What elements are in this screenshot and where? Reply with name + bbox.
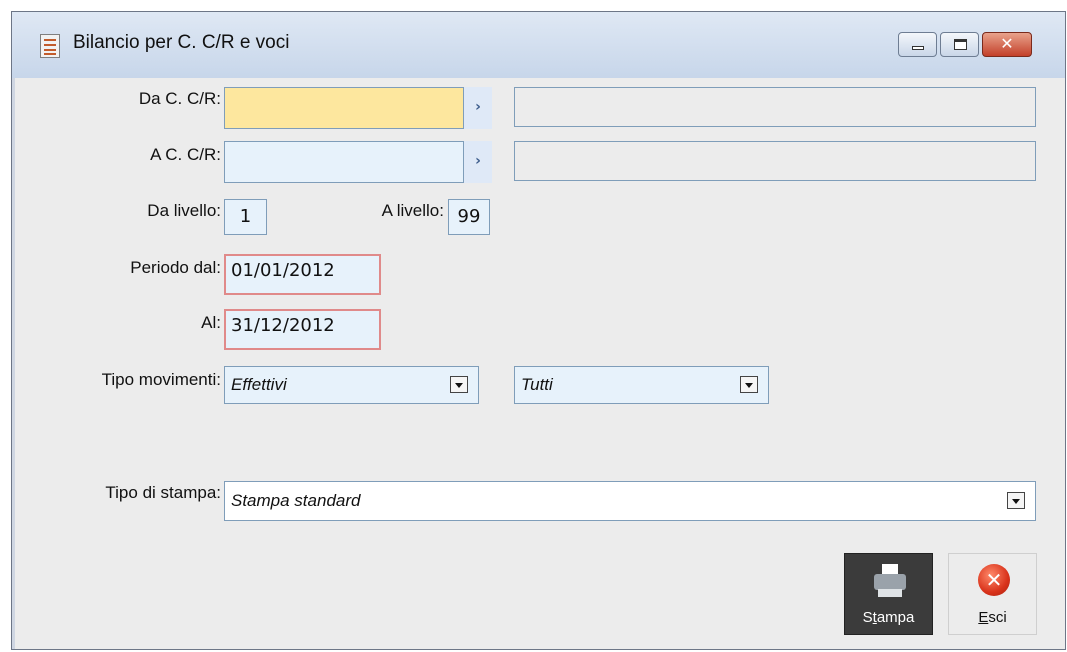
chevron-down-icon[interactable] (740, 376, 758, 393)
close-button[interactable]: ✕ (982, 32, 1032, 57)
chevron-right-icon: › (475, 153, 481, 169)
tipo-movimenti-value: Effettivi (231, 375, 287, 394)
filtro-movimenti-select[interactable]: Tutti (514, 366, 769, 404)
da-livello-label: Da livello: (147, 201, 221, 220)
report-window: Bilancio per C. C/R e voci ✕ Da C. C/R: … (11, 11, 1066, 650)
filtro-movimenti-value: Tutti (521, 375, 553, 394)
form-body: Da C. C/R: › A C. C/R: › Da livello: 1 A… (12, 78, 1065, 649)
a-livello-input[interactable]: 99 (448, 199, 490, 235)
window-title: Bilancio per C. C/R e voci (73, 32, 290, 53)
periodo-dal-label: Periodo dal: (130, 258, 221, 277)
tipo-stampa-value: Stampa standard (231, 491, 361, 510)
esci-button[interactable]: ✕ Esci (948, 553, 1037, 635)
da-ccr-label: Da C. C/R: (138, 89, 221, 108)
form-icon (40, 34, 60, 58)
tipo-movimenti-select[interactable]: Effettivi (224, 366, 479, 404)
minimize-icon (912, 46, 924, 50)
da-ccr-description (514, 87, 1036, 127)
tipo-movimenti-label: Tipo movimenti: (101, 370, 221, 389)
close-circle-icon: ✕ (978, 564, 1010, 596)
minimize-button[interactable] (898, 32, 937, 57)
chevron-down-icon[interactable] (450, 376, 468, 393)
esci-label-rest: sci (988, 609, 1007, 626)
da-livello-input[interactable]: 1 (224, 199, 267, 235)
stampa-button[interactable]: Stampa (844, 553, 933, 635)
stampa-label-1: S (862, 609, 873, 626)
title-bar[interactable]: Bilancio per C. C/R e voci ✕ (12, 12, 1065, 78)
da-ccr-input[interactable] (224, 87, 464, 129)
chevron-down-icon[interactable] (1007, 492, 1025, 509)
tipo-stampa-select[interactable]: Stampa standard (224, 481, 1036, 521)
maximize-icon (954, 39, 967, 50)
esci-label-mnemonic: E (978, 609, 989, 626)
da-ccr-zoom-button[interactable]: › (464, 87, 492, 129)
close-icon: ✕ (1000, 34, 1014, 53)
chevron-right-icon: › (475, 99, 481, 115)
tipo-stampa-label: Tipo di stampa: (105, 483, 221, 502)
a-ccr-zoom-button[interactable]: › (464, 141, 492, 183)
a-ccr-label: A C. C/R: (150, 145, 221, 164)
periodo-dal-input[interactable]: 01/01/2012 (224, 254, 381, 295)
maximize-button[interactable] (940, 32, 979, 57)
left-edge (12, 78, 15, 649)
al-input[interactable]: 31/12/2012 (224, 309, 381, 350)
printer-icon (874, 564, 906, 598)
a-ccr-description (514, 141, 1036, 181)
a-livello-label: A livello: (381, 201, 444, 220)
stampa-label-2: ampa (876, 609, 915, 626)
a-ccr-input[interactable] (224, 141, 464, 183)
al-label: Al: (201, 313, 221, 332)
